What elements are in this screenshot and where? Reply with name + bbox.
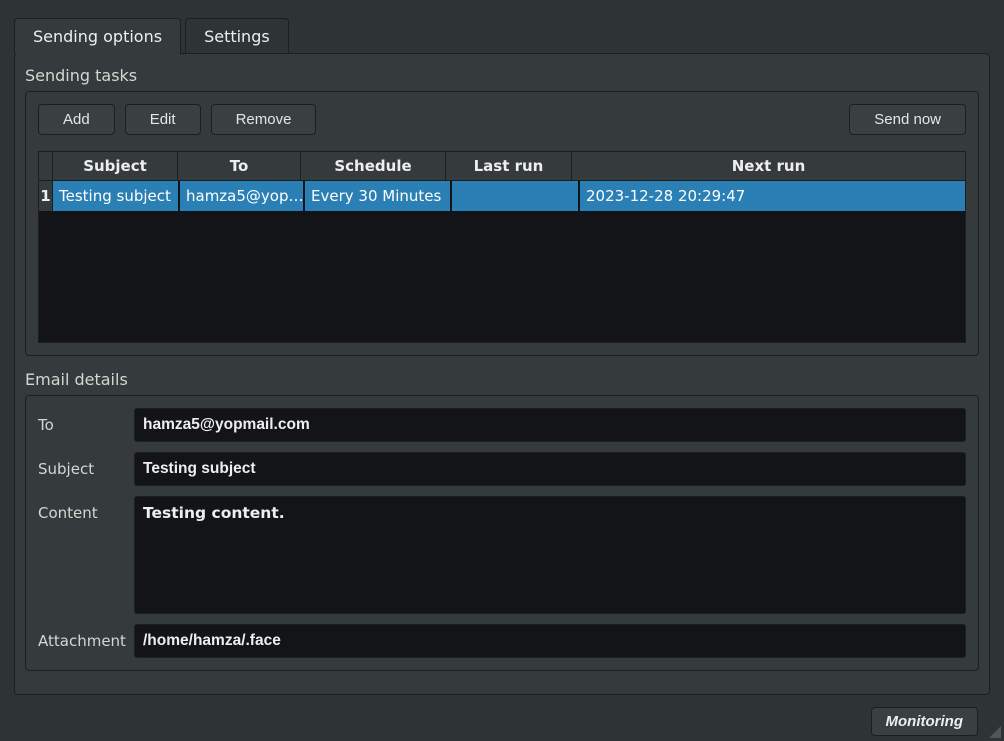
label-content: Content xyxy=(38,496,134,522)
cell-subject: Testing subject xyxy=(53,181,178,211)
column-index[interactable] xyxy=(39,152,53,180)
sending-tasks-title: Sending tasks xyxy=(25,66,979,85)
edit-button[interactable]: Edit xyxy=(125,104,201,135)
cell-to: hamza5@yop… xyxy=(180,181,303,211)
tasks-toolbar: Add Edit Remove Send now xyxy=(38,104,966,135)
content-field[interactable] xyxy=(134,496,966,614)
label-attachment: Attachment xyxy=(38,624,134,650)
tasks-table[interactable]: Subject To Schedule Last run Next run 1 … xyxy=(38,151,966,343)
cell-schedule: Every 30 Minutes xyxy=(305,181,450,211)
table-row[interactable]: 1 Testing subject hamza5@yop… Every 30 M… xyxy=(39,181,965,211)
monitoring-button[interactable]: Monitoring xyxy=(871,707,978,736)
email-details-title: Email details xyxy=(25,370,979,389)
sending-tasks-group: Add Edit Remove Send now Subject To Sche… xyxy=(25,91,979,356)
add-button[interactable]: Add xyxy=(38,104,115,135)
column-next-run[interactable]: Next run xyxy=(572,152,965,180)
status-bar: Monitoring xyxy=(0,705,1004,741)
app-window: Sending options Settings Sending tasks A… xyxy=(0,0,1004,741)
resize-grip-icon[interactable] xyxy=(987,724,1001,738)
column-last-run[interactable]: Last run xyxy=(446,152,572,180)
subject-field[interactable] xyxy=(134,452,966,486)
to-field[interactable] xyxy=(134,408,966,442)
tab-sending-options[interactable]: Sending options xyxy=(14,18,181,54)
email-details-section: Email details To Subject Content Attachm… xyxy=(25,370,979,671)
send-now-button[interactable]: Send now xyxy=(849,104,966,135)
sending-options-panel: Sending tasks Add Edit Remove Send now S… xyxy=(14,53,990,695)
tasks-table-header: Subject To Schedule Last run Next run xyxy=(39,152,965,181)
column-schedule[interactable]: Schedule xyxy=(301,152,446,180)
attachment-field[interactable] xyxy=(134,624,966,658)
column-subject[interactable]: Subject xyxy=(53,152,178,180)
email-details-group: To Subject Content Attachment xyxy=(25,395,979,671)
cell-next-run: 2023-12-28 20:29:47 xyxy=(580,181,965,211)
row-index: 1 xyxy=(39,181,53,211)
label-to: To xyxy=(38,408,134,434)
remove-button[interactable]: Remove xyxy=(211,104,317,135)
tab-strip: Sending options Settings xyxy=(0,0,1004,54)
tab-settings[interactable]: Settings xyxy=(185,18,289,54)
label-subject: Subject xyxy=(38,452,134,478)
cell-last-run xyxy=(452,181,578,211)
column-to[interactable]: To xyxy=(178,152,301,180)
